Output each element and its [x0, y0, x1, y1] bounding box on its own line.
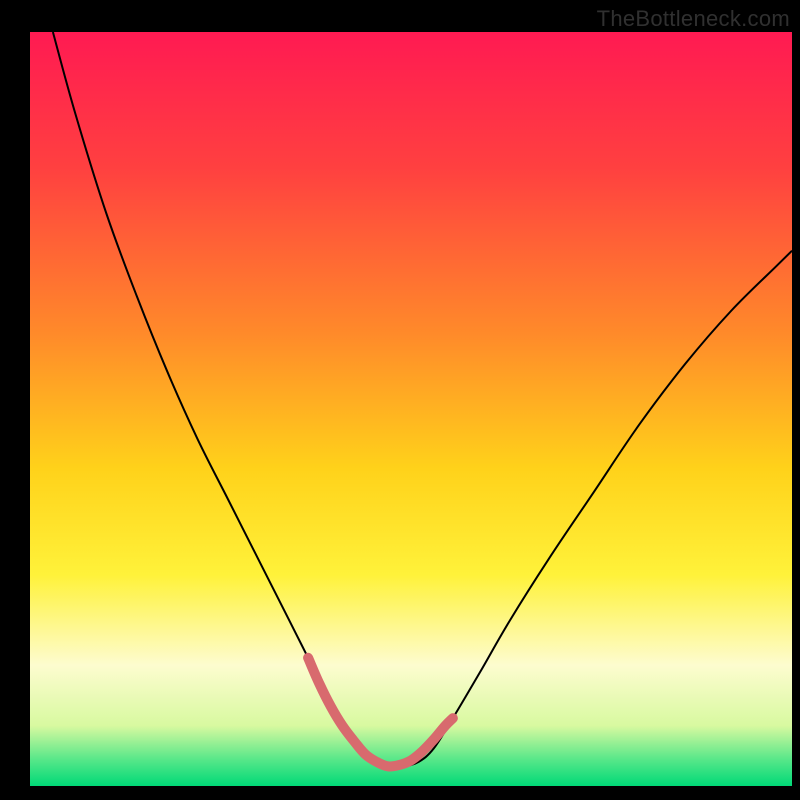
- gradient-rect: [30, 32, 792, 786]
- watermark-text: TheBottleneck.com: [597, 6, 790, 32]
- chart-stage: TheBottleneck.com: [0, 0, 800, 800]
- plot-area: [30, 32, 792, 786]
- bottleneck-chart: [0, 0, 800, 800]
